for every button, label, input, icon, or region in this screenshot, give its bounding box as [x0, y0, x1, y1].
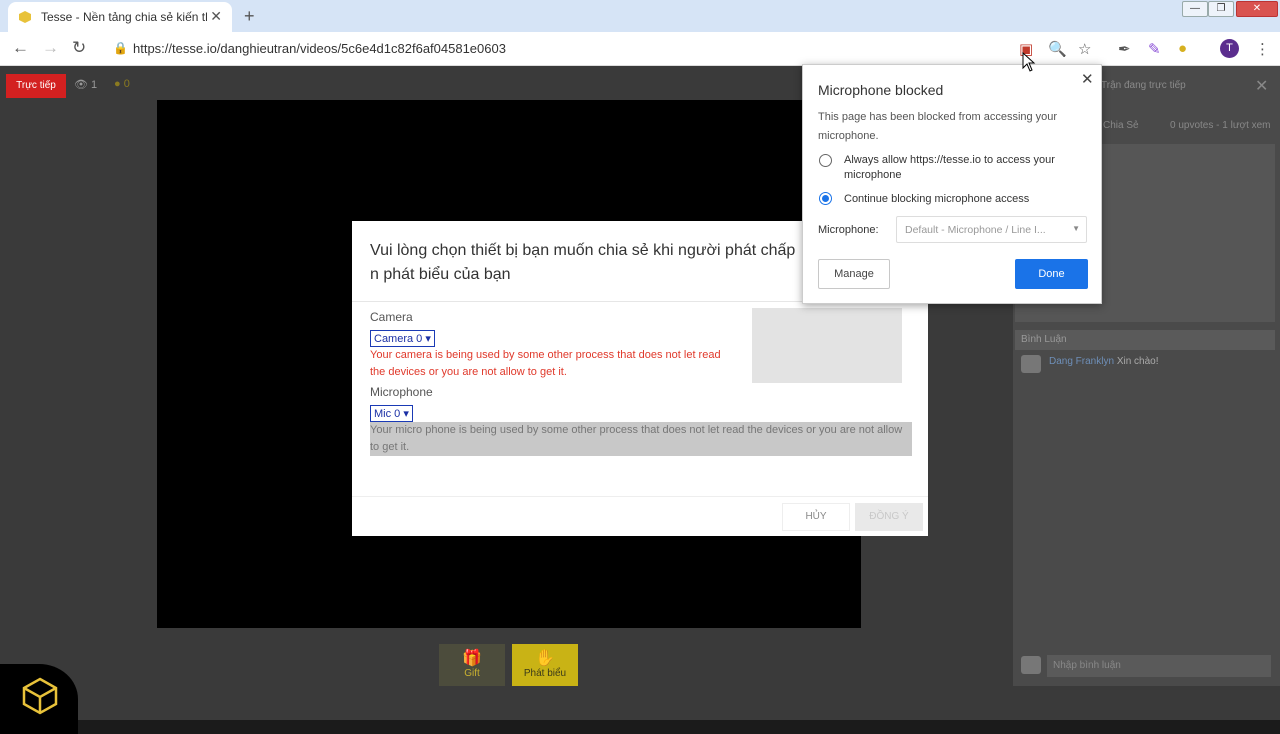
cancel-button[interactable]: HỦY — [782, 503, 850, 531]
comment-input[interactable]: Nhập bình luận — [1047, 655, 1271, 677]
popup-description: This page has been blocked from accessin… — [818, 111, 1058, 142]
microphone-label: Microphone — [370, 385, 433, 399]
coin-count: ● 0 — [114, 78, 130, 90]
bookmark-star-icon[interactable]: ☆ — [1078, 40, 1091, 58]
new-tab-button[interactable]: + — [244, 6, 255, 27]
manage-button[interactable]: Manage — [818, 259, 890, 289]
reload-icon[interactable]: ↻ — [72, 38, 86, 58]
viewer-count-value: 1 — [91, 79, 98, 91]
address-bar[interactable]: https://tesse.io/danghieutran/videos/5c6… — [133, 41, 506, 56]
comment-text: Xin chào! — [1116, 356, 1159, 367]
popup-title: Microphone blocked — [818, 82, 944, 98]
speak-button[interactable]: ✋ Phát biểu — [512, 644, 578, 686]
browser-toolbar: ← → ↻ 🔒 https://tesse.io/danghieutran/vi… — [0, 32, 1280, 66]
extension-brush-icon[interactable]: ✎ — [1148, 40, 1161, 58]
camera-preview — [752, 308, 902, 383]
gift-button[interactable]: 🎁 Gift — [439, 644, 505, 686]
coin-count-value: 0 — [123, 78, 130, 90]
raise-hand-icon: ✋ — [535, 650, 555, 667]
right-panel-title: Trận đang trực tiếp — [1101, 80, 1186, 91]
option-allow-label[interactable]: Always allow https://tesse.io to access … — [844, 153, 1084, 183]
restore-button[interactable]: ❐ — [1208, 1, 1234, 17]
right-panel-close-icon[interactable]: ✕ — [1255, 76, 1268, 96]
gift-icon: 🎁 — [462, 650, 482, 667]
comments-header: Bình Luận — [1015, 330, 1275, 350]
tesse-logo-icon — [22, 677, 58, 715]
minimize-button[interactable]: — — [1182, 1, 1208, 17]
option-block-label[interactable]: Continue blocking microphone access — [844, 192, 1084, 207]
user-avatar — [1021, 656, 1041, 674]
back-icon[interactable]: ← — [12, 38, 29, 58]
mic-device-label: Microphone: — [818, 224, 879, 236]
dialog-title: Vui lòng chọn thiết bị bạn muốn chia sẻ … — [370, 242, 796, 283]
radio-allow[interactable] — [819, 154, 832, 167]
comment-author[interactable]: Dang Franklyn — [1049, 356, 1114, 367]
mic-select-value: Mic 0 — [374, 408, 401, 420]
tab-title: Tesse - Nền tảng chia sẻ kiến thứ — [41, 10, 207, 24]
accept-button[interactable]: ĐỒNG Ý — [855, 503, 923, 531]
camera-error: Your camera is being used by some other … — [370, 349, 721, 378]
dropdown-caret-icon: ▼ — [1072, 224, 1080, 233]
camera-select-value: Camera 0 — [374, 333, 423, 345]
mouse-cursor-icon — [1022, 52, 1036, 72]
camera-select[interactable]: Camera 0 ▾ — [370, 330, 435, 347]
menu-kebab-icon[interactable]: ⋮ — [1255, 40, 1270, 58]
mic-device-select[interactable]: Default - Microphone / Line I... ▼ — [896, 216, 1087, 243]
radio-block[interactable] — [819, 192, 832, 205]
extension-circle-icon[interactable]: ● — [1178, 40, 1187, 57]
mic-error: Your micro phone is being used by some o… — [370, 422, 912, 456]
extension-pen-icon[interactable]: ✒ — [1118, 40, 1131, 58]
gift-label: Gift — [464, 668, 480, 679]
window-close-button[interactable]: ✕ — [1236, 1, 1278, 17]
zoom-icon[interactable]: 🔍 — [1048, 40, 1067, 58]
forward-icon[interactable]: → — [42, 38, 59, 58]
microphone-blocked-popup: Microphone blocked ✕ This page has been … — [802, 64, 1102, 304]
popup-close-icon[interactable]: ✕ — [1081, 70, 1094, 88]
mic-device-value: Default - Microphone / Line I... — [905, 224, 1046, 236]
share-link[interactable]: Chia Sẻ — [1103, 120, 1139, 131]
done-button[interactable]: Done — [1015, 259, 1088, 289]
browser-tab[interactable]: Tesse - Nền tảng chia sẻ kiến thứ ✕ — [8, 2, 232, 32]
tesse-logo[interactable] — [0, 664, 78, 734]
speak-label: Phát biểu — [523, 668, 567, 679]
tab-close-icon[interactable]: ✕ — [210, 8, 222, 25]
mic-select[interactable]: Mic 0 ▾ — [370, 405, 413, 422]
lock-icon[interactable]: 🔒 — [113, 41, 128, 55]
viewer-count: 👁 1 — [74, 79, 98, 91]
live-badge: Trực tiếp — [6, 74, 66, 98]
tesse-favicon-icon — [19, 11, 31, 23]
video-stats: 0 upvotes - 1 lượt xem — [1170, 120, 1271, 131]
commenter-avatar — [1021, 355, 1041, 373]
camera-label: Camera — [370, 310, 413, 324]
comment-item: Dang Franklyn Xin chào! — [1049, 356, 1159, 367]
profile-avatar[interactable]: T — [1220, 39, 1239, 58]
dialog-footer-divider — [352, 496, 928, 497]
browser-tab-bar: Tesse - Nền tảng chia sẻ kiến thứ ✕ + — … — [0, 0, 1280, 32]
